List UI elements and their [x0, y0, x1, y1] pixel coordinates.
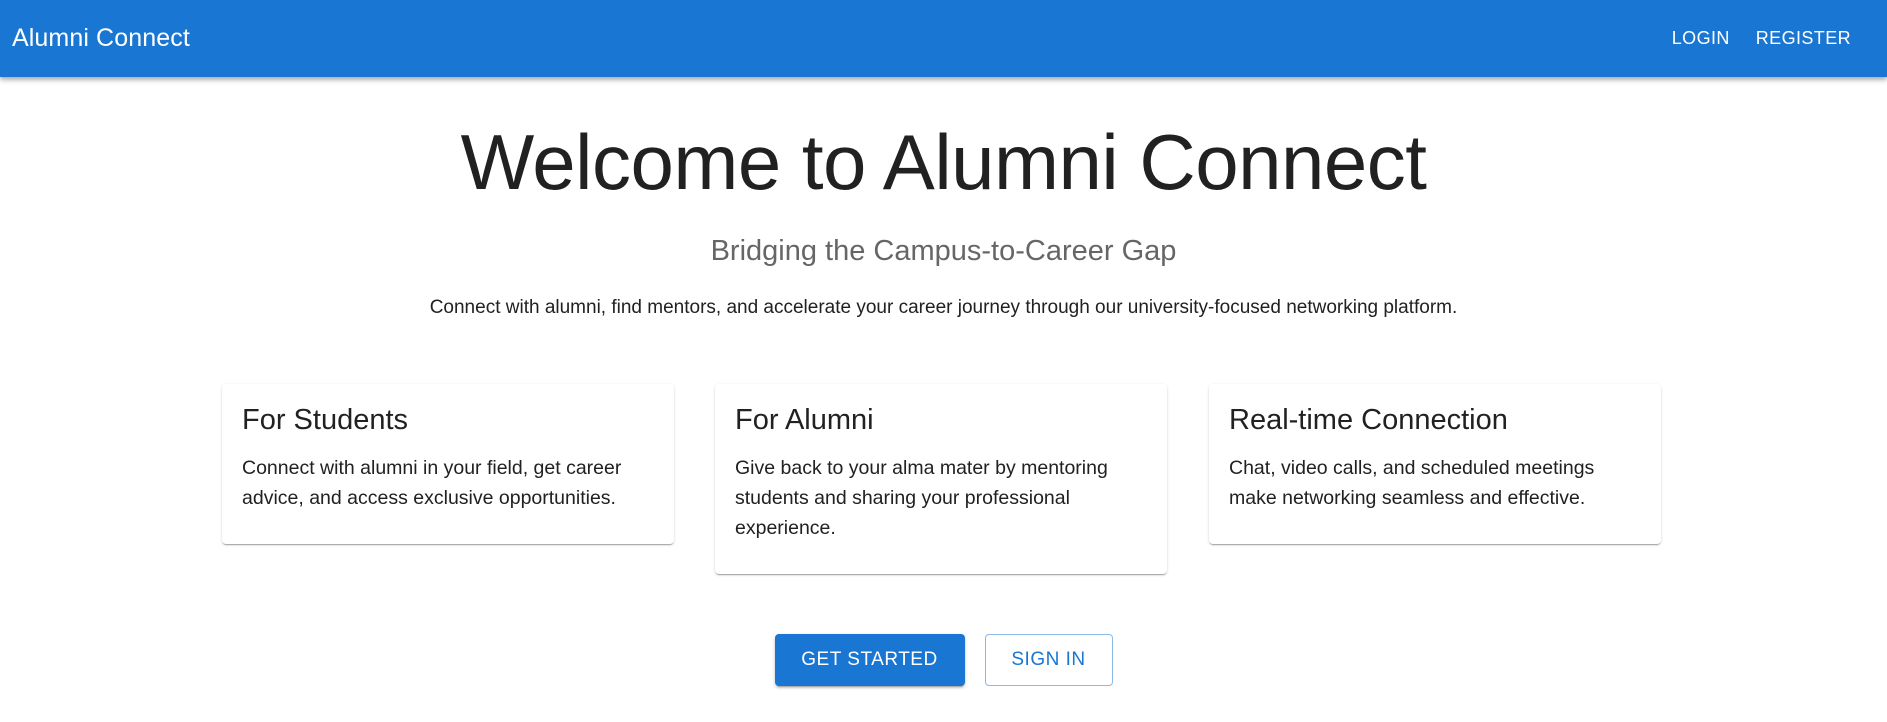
feature-card-text: Give back to your alma mater by mentorin… [735, 457, 1108, 539]
login-button[interactable]: LOGIN [1662, 20, 1740, 57]
feature-card-realtime: Real-time Connection Chat, video calls, … [1209, 384, 1661, 544]
app-bar: Alumni Connect LOGIN REGISTER [0, 0, 1887, 77]
register-button[interactable]: REGISTER [1746, 20, 1861, 57]
brand-title[interactable]: Alumni Connect [12, 24, 190, 53]
feature-card-title: For Students [242, 404, 409, 436]
hero-description: Connect with alumni, find mentors, and a… [429, 297, 1458, 318]
feature-card-text: Connect with alumni in your field, get c… [242, 457, 622, 509]
feature-card-students: For Students Connect with alumni in your… [222, 384, 674, 544]
hero-title: Welcome to Alumni Connect [460, 118, 1427, 206]
top-nav: LOGIN REGISTER [1662, 20, 1861, 57]
hero-subtitle: Bridging the Campus-to-Career Gap [710, 235, 1177, 267]
feature-card-alumni: For Alumni Give back to your alma mater … [715, 384, 1167, 574]
sign-in-button[interactable]: SIGN IN [984, 634, 1113, 686]
feature-card-title: Real-time Connection [1229, 404, 1508, 436]
cta-button-group: GET STARTED SIGN IN [0, 634, 1887, 686]
get-started-button[interactable]: GET STARTED [774, 634, 965, 686]
feature-card-title: For Alumni [735, 404, 874, 436]
feature-card-text: Chat, video calls, and scheduled meeting… [1229, 457, 1595, 509]
